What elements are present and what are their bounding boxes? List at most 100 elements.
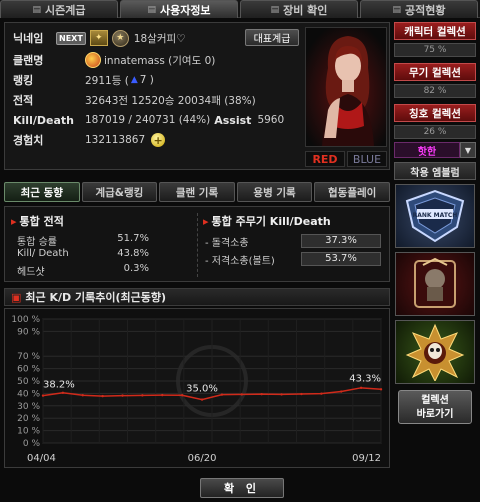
kill-death-row: Kill/Death 187019 / 240731 (44%) Assist … (13, 111, 284, 129)
tab-marker-icon: ▤ (392, 4, 402, 15)
soldier-emblem-icon (414, 257, 456, 308)
chart-header-icon: ▣ (11, 290, 22, 304)
sub-tab-bar: 최근 동향 계급&랭킹 클랜 기록 용병 기록 협동플레이 (4, 182, 390, 202)
kd-chart: 100 % 90 % 70 % 60 % 50 % 40 % 30 % 20 % 10 % 0 %… (11, 315, 383, 464)
team-red-button[interactable]: RED (305, 151, 345, 167)
tab-achievements[interactable]: ▤ 공적현황 (360, 0, 478, 18)
rank-up-arrow-icon: ▲ (130, 75, 138, 85)
x-tick-label: 09/12 (352, 453, 381, 464)
collection-button-line1: 컬렉션 (421, 395, 449, 406)
y-tick-label: 20 % (17, 414, 40, 424)
title-select[interactable]: 핫한 ▼ (394, 142, 476, 158)
representative-rank-button[interactable]: 대표계급 (245, 29, 299, 46)
soldier-emblem[interactable] (395, 252, 475, 316)
kd-data-point (240, 393, 244, 396)
tab-rank-ranking[interactable]: 계급&랭킹 (81, 182, 158, 202)
rank-match-emblem-icon: RANK MATCH (405, 189, 465, 243)
clan-emblem-icon (85, 52, 101, 68)
kd-data-point (300, 392, 303, 396)
weapon-kd-row: - 돌격소총 37.3% (205, 233, 381, 249)
y-tick-label: 10 % (17, 427, 40, 437)
tab-recent-trend[interactable]: 최근 동향 (4, 182, 80, 202)
kd-data-point (320, 392, 323, 395)
kd-data-point (61, 391, 65, 394)
tab-marker-icon: ▤ (32, 4, 42, 15)
team-blue-button[interactable]: BLUE (347, 151, 387, 167)
record-row: 전적 32643전 12520승 20034패 (38%) (13, 91, 256, 109)
tab-mercenary-record[interactable]: 용병 기록 (236, 182, 313, 202)
kill-death-value: 187019 / 240731 (44%) (85, 114, 211, 126)
kd-data-point (260, 392, 263, 396)
y-tick-label: 70 % (17, 352, 40, 362)
kd-chart-panel: 100 % 90 % 70 % 60 % 50 % 40 % 30 % 20 % 10 % 0 %… (4, 308, 390, 468)
record-label: 전적 (13, 94, 34, 107)
tab-label: 공적현황 (405, 3, 446, 17)
character-portrait-image (306, 28, 386, 146)
title-collection-title: 칭호 컬렉션 (394, 104, 476, 122)
emblem-rank-text: RANK MATCH (413, 212, 458, 219)
experience-plus-icon[interactable]: + (151, 133, 166, 147)
nickname-row: 닉네임 NEXT ✦ ★ 18살커피♡ (13, 29, 186, 47)
experience-row: 경험치 132113867 + (13, 131, 166, 149)
collection-shortcut-button[interactable]: 컬렉션 바로가기 (398, 390, 472, 424)
nickname-label: 닉네임 (13, 32, 44, 45)
weapon-kd-label: - 저격소총(볼트) (205, 255, 275, 267)
chevron-down-icon[interactable]: ▼ (460, 142, 476, 158)
experience-value: 132113867 (85, 134, 146, 146)
kd-data-point (220, 393, 224, 396)
x-tick-label: 04/04 (27, 453, 56, 464)
clan-value: innatemass (기여도 0) (104, 54, 216, 67)
record-value: 32643전 12520승 20034패 (38%) (85, 94, 256, 107)
kd-data-point (161, 393, 164, 397)
tab-label: 장비 확인 (283, 3, 328, 17)
weapon-kd-title: 통합 주무기 Kill/Death (203, 213, 331, 229)
ranking-row: 랭킹 2911등 ( ▲ 7 ) (13, 71, 154, 89)
kd-data-point (340, 390, 343, 393)
stat-row: 헤드샷 0.3% (17, 263, 149, 278)
ranking-value: 2911등 ( (85, 74, 129, 87)
y-tick-label: 0 % (23, 439, 41, 449)
skull-emblem[interactable] (395, 320, 475, 384)
weapon-kd-row: - 저격소총(볼트) 53.7% (205, 251, 381, 267)
y-tick-label: 50 % (17, 377, 40, 387)
tab-season-rank[interactable]: ▤ 시즌계급 (0, 0, 118, 18)
assist-label: Assist (214, 113, 252, 127)
profile-panel: 닉네임 NEXT ✦ ★ 18살커피♡ 대표계급 클랜명 innatemass … (4, 22, 390, 170)
weapon-kd-value: 53.7% (301, 252, 381, 266)
character-portrait (305, 27, 387, 147)
rank-match-emblem[interactable]: RANK MATCH (395, 184, 475, 248)
tab-clan-record[interactable]: 클랜 기록 (159, 182, 235, 202)
clan-row: 클랜명 innatemass (기여도 0) (13, 51, 215, 69)
confirm-button[interactable]: 확 인 (200, 478, 284, 498)
data-annotation: 43.3% (349, 373, 381, 384)
character-collection-title: 캐릭터 컬렉션 (394, 22, 476, 40)
kd-data-point (121, 394, 124, 397)
skull-emblem-icon (405, 323, 465, 381)
top-tab-bar: ▤ 시즌계급 ▤ 사용자정보 ▤ 장비 확인 ▤ 공적현황 (0, 0, 480, 18)
clan-label: 클랜명 (13, 54, 44, 67)
stat-value: 51.7% (117, 233, 149, 244)
kd-chart-title: 최근 K/D 기록추이(최근동향) (25, 291, 166, 304)
tab-label: 사용자정보 (159, 3, 211, 17)
total-record-title: 통합 전적 (11, 213, 64, 229)
stat-label: Kill/ Death (17, 248, 69, 259)
kd-data-point (81, 394, 84, 397)
x-tick-label: 06/20 (188, 453, 217, 464)
stat-row: Kill/ Death 43.8% (17, 248, 149, 261)
kd-data-point (180, 394, 184, 397)
weapon-collection-progress: 82 % (394, 84, 476, 98)
rank-insignia-icon: ✦ (89, 30, 108, 46)
collection-sidebar: 캐릭터 컬렉션 75 % 무기 컬렉션 82 % 칭호 컬렉션 26 % 핫한 … (394, 22, 476, 424)
tab-user-info[interactable]: ▤ 사용자정보 (120, 0, 238, 18)
data-annotation: 38.2% (43, 380, 75, 391)
title-select-value: 핫한 (394, 142, 460, 158)
ranking-change: 7 ) (139, 74, 154, 86)
tab-equipment[interactable]: ▤ 장비 확인 (240, 0, 358, 18)
kill-death-label: Kill/Death (13, 113, 74, 127)
stats-panel: 통합 전적 통합 승률 51.7% Kill/ Death 43.8% 헤드샷 … (4, 206, 390, 282)
weapon-collection-title: 무기 컬렉션 (394, 63, 476, 81)
tab-label: 시즌계급 (45, 3, 86, 17)
weapon-kd-value: 37.3% (301, 234, 381, 248)
tab-coop-play[interactable]: 협동플레이 (314, 182, 390, 202)
collection-button-line2: 바로가기 (416, 409, 454, 420)
